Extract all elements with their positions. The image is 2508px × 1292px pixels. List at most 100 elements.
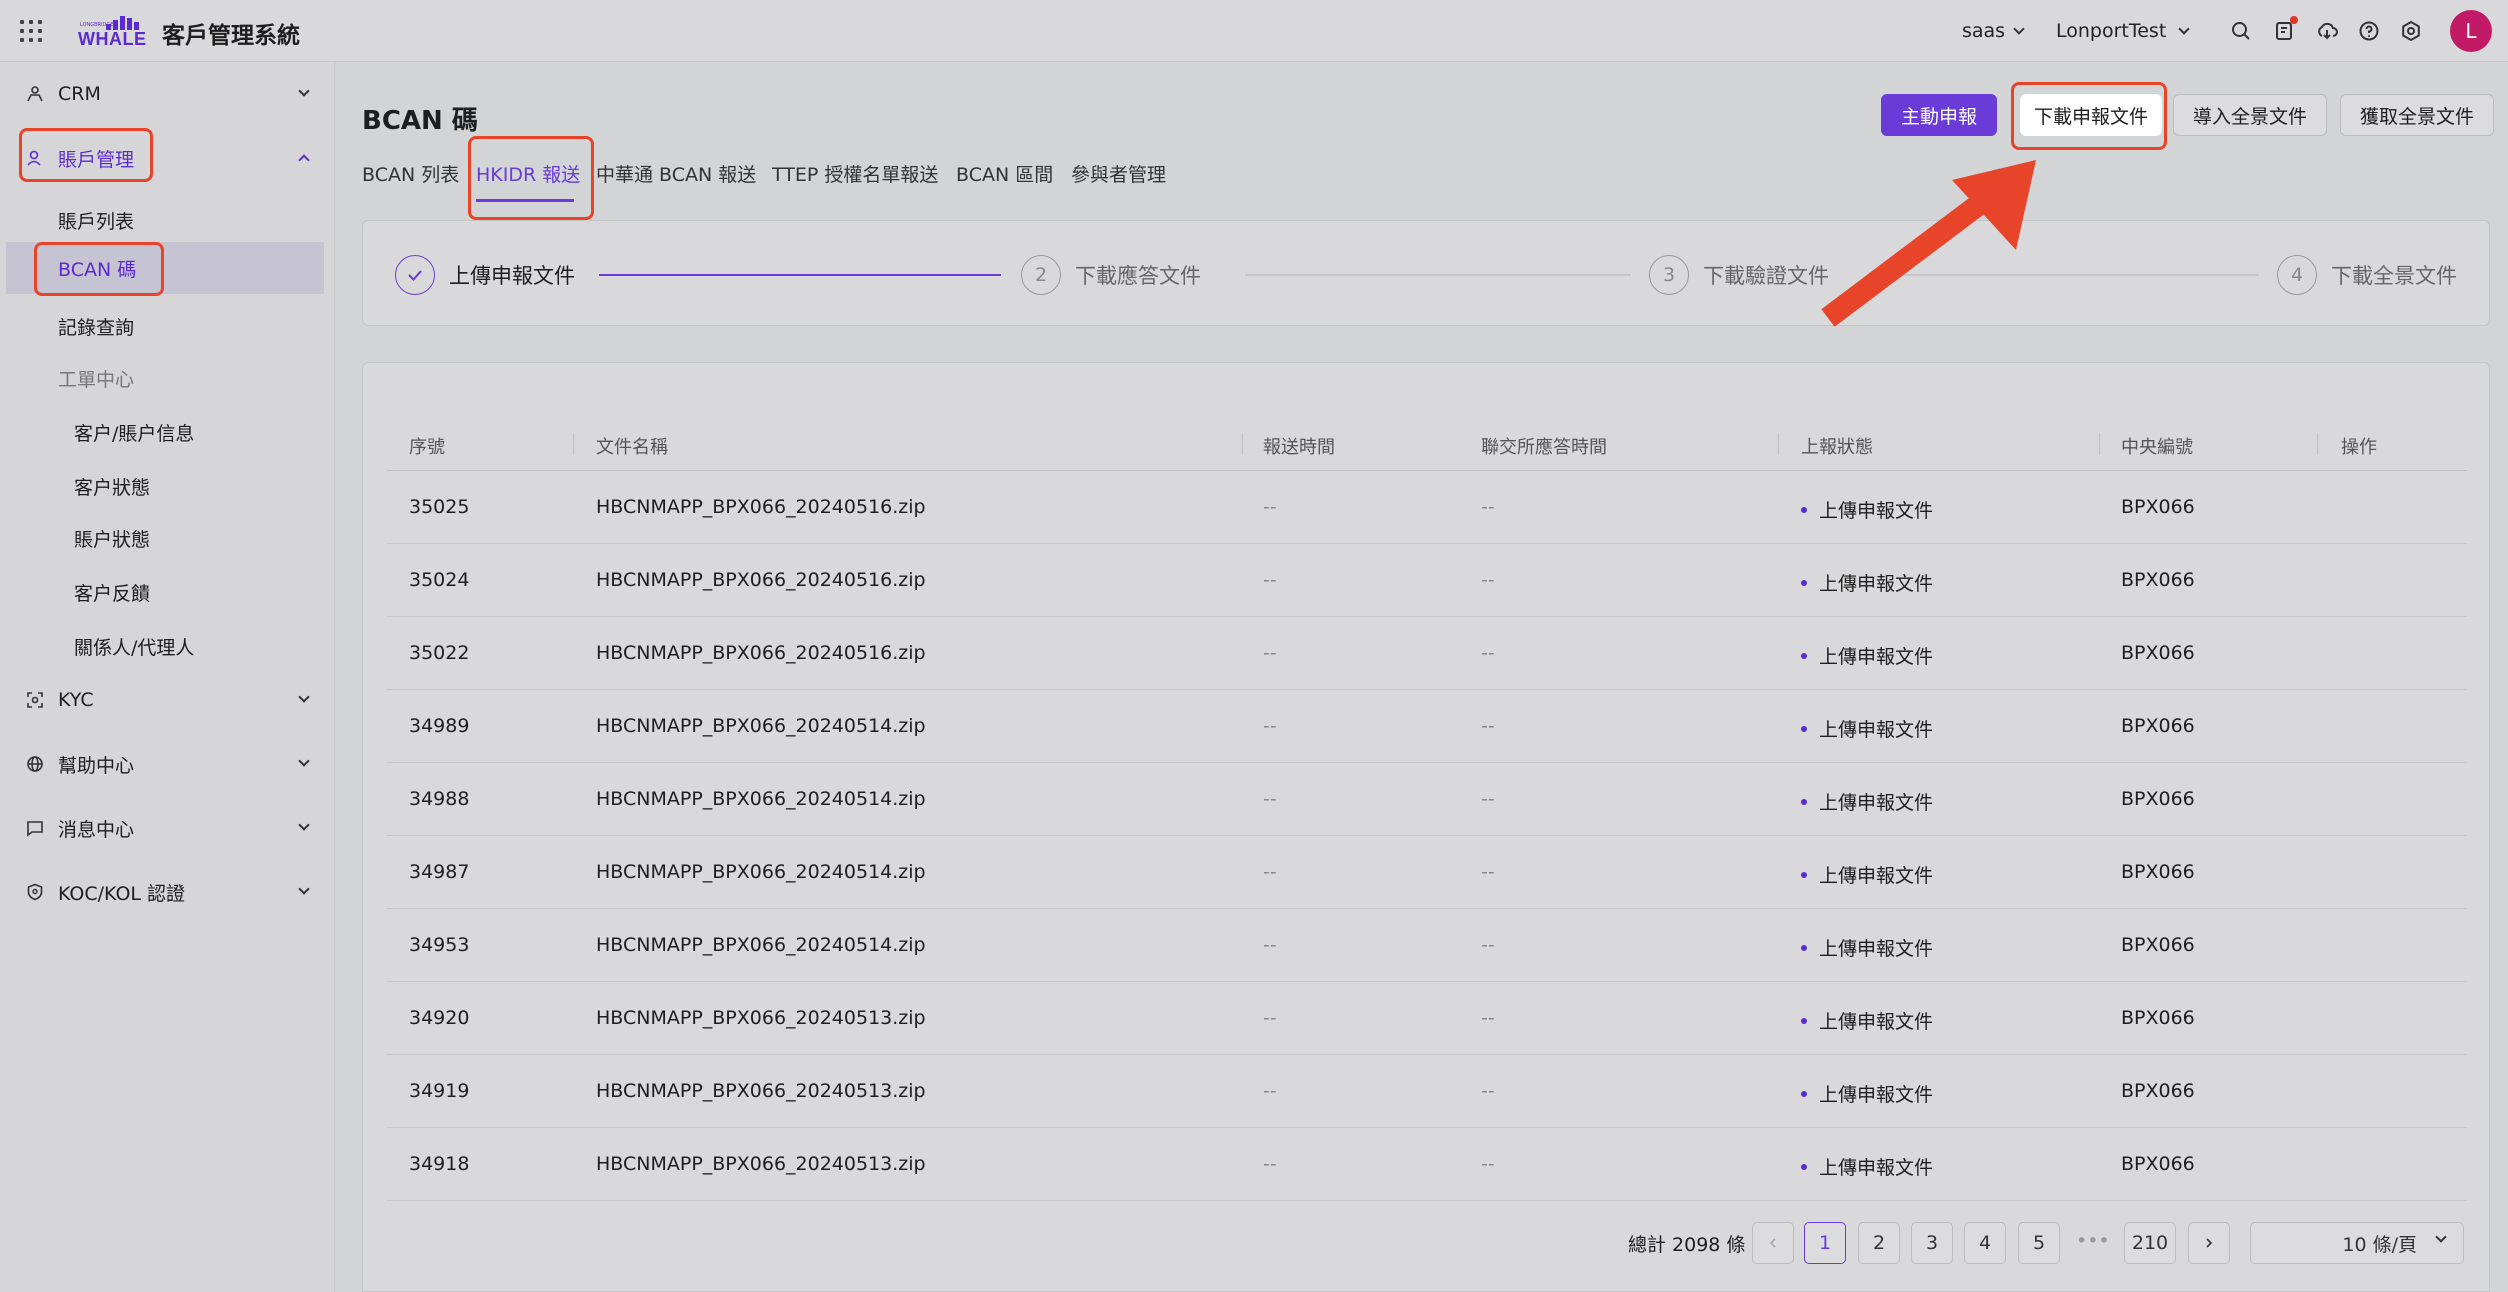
status-dot-icon [1801,799,1807,805]
status-dot-icon [1801,580,1807,586]
step-1: 上傳申報文件 [395,255,575,295]
page-2[interactable]: 2 [1858,1222,1900,1264]
fetch-full-file-button[interactable]: 獲取全景文件 [2340,94,2494,136]
cell-file-name-text: HBCNMAPP_BPX066_20240516.zip [596,642,926,664]
cell-file-name: HBCNMAPP_BPX066_20240514.zip [596,861,926,883]
sidebar-item-koc-kol[interactable]: KOC/KOL 認證 [0,866,335,918]
message-icon [26,819,44,837]
cell-reply-time-text: -- [1481,861,1495,883]
tab-ttep-list[interactable]: TTEP 授權名單報送 [772,160,938,187]
cell-id-text: 34953 [409,934,470,956]
download-cloud-icon[interactable] [2316,20,2338,42]
cell-reply-time: -- [1481,934,1495,956]
top-bar: LONGBRIDGE WHALE 客戶管理系統 saas LonportTest… [0,0,2508,62]
status-dot-icon [1801,1091,1807,1097]
prev-page-button[interactable] [1752,1222,1794,1264]
tab-hkidr-report[interactable]: HKIDR 報送 [476,160,580,187]
cell-id-text: 35025 [409,496,470,518]
cell-reply-time: -- [1481,1080,1495,1102]
page-ellipsis[interactable]: ••• [2076,1230,2110,1252]
cell-status: 上傳申報文件 [1801,1007,1933,1034]
help-icon[interactable] [2358,20,2380,42]
sidebar-item-records[interactable]: 記錄查詢 [0,300,335,352]
sidebar-label: KYC [58,689,94,711]
sidebar-item-customer-feedback[interactable]: 客户反饋 [0,566,335,618]
cell-central-id: BPX066 [2121,1080,2195,1102]
chevron-left-icon [1769,1238,1776,1248]
tab-stock-connect-bcan[interactable]: 中華通 BCAN 報送 [596,160,756,187]
user-selector[interactable]: LonportTest [2056,0,2190,62]
annotation-arrow-icon [1821,160,2036,327]
cell-central-id-text: BPX066 [2121,1153,2195,1175]
page-size-select[interactable]: 10 條/頁 [2250,1222,2464,1264]
cell-reply-time-text: -- [1481,569,1495,591]
user-label: LonportTest [2056,20,2167,42]
tab-participant-mgmt[interactable]: 參與者管理 [1071,160,1166,187]
chevron-down-icon [298,819,310,831]
download-declare-file-button[interactable]: 下載申報文件 [2020,94,2162,136]
chevron-down-icon [298,883,310,895]
avatar[interactable]: L [2450,10,2492,52]
cell-central-id-text: BPX066 [2121,1080,2195,1102]
table-row: 34988 HBCNMAPP_BPX066_20240514.zip -- -- 上傳申… [387,763,2467,836]
cell-reply-time: -- [1481,569,1495,591]
table-row: 34953 HBCNMAPP_BPX066_20240514.zip -- -- 上傳申… [387,909,2467,982]
sidebar-item-related-agent[interactable]: 關係人/代理人 [0,620,335,672]
col-header-status: 上報狀態 [1801,437,1873,458]
app-grid-icon[interactable] [20,20,42,42]
cell-reply-time-text: -- [1481,496,1495,518]
cell-sent-time-text: -- [1263,788,1277,810]
page-last[interactable]: 210 [2124,1222,2176,1264]
gear-icon[interactable] [2400,20,2422,42]
cell-sent-time-text: -- [1263,861,1277,883]
sidebar-item-account-management[interactable]: 賬戶管理 [0,132,335,184]
table-row: 34987 HBCNMAPP_BPX066_20240514.zip -- -- 上傳申… [387,836,2467,909]
total-count: 總計 2098 條 [1628,1234,1746,1256]
page-1[interactable]: 1 [1804,1222,1846,1264]
globe-icon [26,755,44,773]
whale-logo: LONGBRIDGE WHALE [76,14,148,49]
sidebar-item-customer-account-info[interactable]: 客户/賬户信息 [0,406,335,458]
step-number: 3 [1649,255,1689,295]
cell-id-text: 34919 [409,1080,470,1102]
page-5[interactable]: 5 [2018,1222,2060,1264]
col-header-id: 序號 [409,437,445,458]
declare-button[interactable]: 主動申報 [1881,94,1997,136]
sidebar-group-work-order-center: 工單中心 [0,352,335,404]
sidebar-item-help-center[interactable]: 幫助中心 [0,738,335,790]
sidebar-item-crm[interactable]: CRM [0,68,335,120]
cell-file-name: HBCNMAPP_BPX066_20240516.zip [596,642,926,664]
cell-file-name-text: HBCNMAPP_BPX066_20240513.zip [596,1007,926,1029]
cell-sent-time-text: -- [1263,642,1277,664]
col-divider [2099,433,2100,455]
report-table: 序號 文件名稱 報送時間 聯交所應答時間 上報狀態 中央編號 操作 35025 H… [362,362,2490,1292]
cell-central-id-text: BPX066 [2121,569,2195,591]
sidebar-item-kyc[interactable]: KYC [0,674,335,726]
sidebar-item-customer-status[interactable]: 客户狀態 [0,460,335,512]
tab-bcan-range[interactable]: BCAN 區間 [956,160,1053,187]
sidebar-item-account-status[interactable]: 賬户狀態 [0,512,335,564]
search-icon[interactable] [2230,20,2252,42]
sidebar-label: 關係人/代理人 [74,636,195,659]
cell-status: 上傳申報文件 [1801,715,1933,742]
sidebar-item-message-center[interactable]: 消息中心 [0,802,335,854]
cell-sent-time: -- [1263,934,1277,956]
col-header-central-id: 中央編號 [2121,437,2193,458]
progress-steps: 上傳申報文件 2 下載應答文件 3 下載驗證文件 4 下載全景文件 [362,220,2490,326]
page-3[interactable]: 3 [1911,1222,1953,1264]
sidebar-item-account-list[interactable]: 賬戶列表 [0,194,335,246]
import-full-file-button[interactable]: 導入全景文件 [2173,94,2327,136]
page-4[interactable]: 4 [1964,1222,2006,1264]
next-page-button[interactable] [2188,1222,2230,1264]
sidebar-item-bcan-code[interactable]: BCAN 碼 [6,242,324,294]
user-icon [26,149,44,167]
cell-file-name-text: HBCNMAPP_BPX066_20240514.zip [596,861,926,883]
cell-sent-time: -- [1263,788,1277,810]
sidebar-group-label: 工單中心 [58,368,135,391]
tenant-selector[interactable]: saas [1962,0,2025,62]
cell-file-name-text: HBCNMAPP_BPX066_20240516.zip [596,569,926,591]
cell-file-name: HBCNMAPP_BPX066_20240516.zip [596,569,926,591]
tab-bcan-list[interactable]: BCAN 列表 [362,160,459,187]
cell-status: 上傳申報文件 [1801,1080,1933,1107]
sidebar-label: 客户反饋 [74,582,151,605]
